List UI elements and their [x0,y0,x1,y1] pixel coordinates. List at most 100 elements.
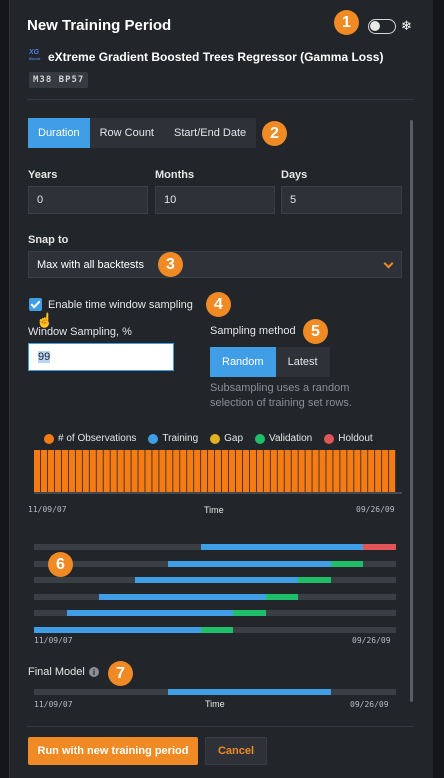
years-input[interactable]: 0 [28,186,148,214]
observation-bar [354,450,361,492]
years-label: Years [28,169,58,181]
panel-title: New Training Period [27,17,172,34]
period-tabs: Duration Row Count Start/End Date [28,118,257,148]
obs-axis-end: 09/26/09 [356,505,395,514]
callout-6: 6 [48,552,73,577]
backtest-track [34,560,396,567]
window-sampling-label: Window Sampling, % [28,326,132,338]
legend-gap: Gap [210,433,243,444]
observation-bar [40,450,48,492]
observation-bar [75,450,82,492]
validation-segment [233,610,266,616]
run-training-button[interactable]: Run with new training period [28,737,198,765]
legend-holdout: Holdout [324,433,373,444]
legend-dot [210,433,221,444]
holdout-segment [363,544,396,550]
training-segment [66,610,234,616]
final-axis-end: 09/26/09 [350,700,389,709]
observations-chart [34,450,402,494]
training-segment [135,577,299,583]
observation-bar [180,450,187,492]
days-input[interactable]: 5 [281,186,402,214]
window-sampling-input[interactable]: 99 [28,343,174,371]
observation-bar [82,450,89,492]
final-model-label: Final Model [28,666,85,678]
observation-bar [110,450,117,492]
observation-bar [326,450,333,492]
callout-2: 2 [262,121,287,146]
snowflake-toggle[interactable] [368,19,396,34]
sampling-method-toggle: Random Latest [210,347,330,377]
observation-bar [152,450,159,492]
validation-segment [330,560,364,567]
observation-bar [221,450,229,492]
observation-bar [47,450,55,492]
observation-bar [263,450,270,492]
backtest-track [34,610,396,616]
snap-select[interactable]: Max with all backtests [28,251,402,278]
final-axis-label: Time [205,699,225,709]
training-segment [200,544,364,550]
training-segment [34,626,201,633]
cancel-button[interactable]: Cancel [205,737,267,765]
observation-bar [235,450,243,492]
callout-1: 1 [334,10,359,35]
observation-bar [68,450,75,492]
legend-training: Training [148,433,198,444]
observation-bar [249,450,256,492]
observation-bar [333,450,340,492]
callout-3: 3 [158,252,183,277]
toggle-knob [370,21,380,31]
header-divider [27,99,414,100]
observation-bar [187,450,194,492]
obs-axis-start: 11/09/07 [28,505,67,514]
xgboost-icon: XG Boost [29,49,41,61]
callout-4: 4 [206,292,231,317]
observation-bar [103,450,110,492]
observation-bar [319,450,326,492]
final-model-track [34,689,396,695]
validation-segment [265,593,299,600]
observation-bar [368,450,375,492]
snap-label: Snap to [28,234,69,246]
final-axis-start: 11/09/07 [34,700,73,709]
observation-bar [166,450,173,492]
legend-dot [324,433,335,444]
observation-bar [242,450,250,492]
tab-row-count[interactable]: Row Count [89,118,164,148]
observation-bar [312,450,319,492]
legend-validation: Validation [255,433,312,444]
final-training-segment [167,689,331,695]
time-window-label: Enable time window sampling [48,299,193,311]
method-random-button[interactable]: Random [210,347,276,377]
bt-axis-end: 09/26/09 [352,636,391,645]
window-sampling-value: 99 [38,351,51,363]
observation-bar [270,450,277,492]
observation-bar [375,450,382,492]
info-icon[interactable]: i [89,667,99,677]
observation-bar [145,450,152,492]
observation-bar [277,450,284,492]
tab-start-end-date[interactable]: Start/End Date [164,118,257,148]
backtest-track [34,577,396,583]
observation-bar [208,450,215,492]
tab-duration[interactable]: Duration [28,118,90,148]
validation-segment [200,626,234,633]
scrollbar[interactable] [410,120,413,702]
snap-value: Max with all backtests [37,258,144,271]
snowflake-icon: ❄ [401,18,412,33]
backtest-track [34,593,396,600]
validation-segment [298,577,331,583]
observation-bar [131,450,138,492]
observation-bar [54,450,62,492]
observation-bar [298,450,305,492]
method-latest-button[interactable]: Latest [275,347,330,377]
observation-bar [215,450,222,492]
time-window-checkbox[interactable] [29,298,42,311]
months-input[interactable]: 10 [155,186,275,214]
observation-bar [89,450,96,492]
observation-bar [284,450,291,492]
observation-bar [34,450,41,492]
observation-bar [61,450,69,492]
backtest-track [34,626,396,633]
